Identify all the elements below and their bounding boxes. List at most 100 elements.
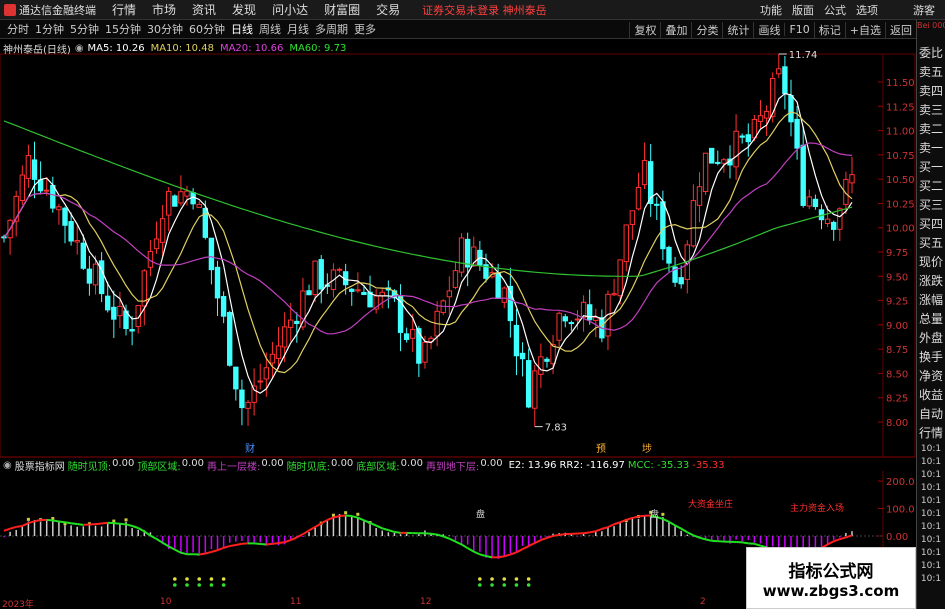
indicator-trend-line [479,553,487,558]
panel-item-7[interactable]: 买二 [917,177,945,196]
indicator-trend-line [833,538,841,543]
app-title: 通达信金融终端 [0,2,104,18]
candle-up [629,210,636,225]
panel-time-10: 10:1 [920,574,942,584]
indicator-collapse-icon[interactable]: ◉ [3,460,12,471]
candle-up [538,356,544,375]
panel-item-16[interactable]: 换手 [917,348,945,367]
guest-label[interactable]: 游客 [913,2,935,18]
period-tab-9[interactable]: 多周期 [312,21,351,37]
indicator-trend-line [77,523,84,526]
period-tab-3[interactable]: 15分钟 [102,21,144,37]
tool-button-4[interactable]: 画线 [753,21,784,38]
indicator-trend-line [162,541,170,548]
panel-item-0[interactable]: 委比 [917,44,945,63]
panel-item-13[interactable]: 涨幅 [917,291,945,310]
indicator-trend-line [546,534,554,539]
price-tick-label: 11.25 [886,102,915,113]
ma-label-3: MA60: 9.73 [289,42,347,54]
tool-button-7[interactable]: +自选 [844,21,885,38]
panel-item-1[interactable]: 卖五 [917,63,945,82]
right-menu-item-1[interactable]: 版面 [787,2,819,18]
candle-down [50,184,56,209]
candle-down [202,207,209,238]
panel-item-8[interactable]: 买三 [917,196,945,215]
panel-item-12[interactable]: 涨跌 [917,272,945,291]
indicator-trend-line [552,533,560,537]
panel-item-3[interactable]: 卖三 [917,101,945,120]
candle-up [757,115,764,122]
indicator-trend-line [199,552,206,556]
panel-item-15[interactable]: 外盘 [917,329,945,348]
candle-up [312,260,318,296]
panel-item-4[interactable]: 卖二 [917,120,945,139]
indicator-trend-line [625,516,633,521]
panel-item-11[interactable]: 现价 [917,253,945,272]
indicator-trend-line [46,518,53,522]
candle-down [495,272,501,299]
indicator-trend-line [515,548,524,554]
menu-item-6[interactable]: 交易 [368,1,408,18]
indicator-trend-line [101,521,108,525]
period-tab-1[interactable]: 1分钟 [32,21,67,37]
menu-item-1[interactable]: 市场 [144,1,184,18]
candle-down [214,266,221,299]
candle-down [62,207,68,226]
tool-button-3[interactable]: 统计 [722,21,753,38]
period-tab-10[interactable]: 更多 [351,21,379,37]
candle-up [410,328,416,339]
ma10-line [3,111,853,374]
candle-up [288,319,294,328]
period-tab-0[interactable]: 分时 [4,21,32,37]
menu-item-2[interactable]: 资讯 [184,1,224,18]
panel-item-14[interactable]: 总量 [917,310,945,329]
panel-item-19[interactable]: 自动 [917,405,945,424]
price-tick-label: 10.50 [886,175,915,186]
tool-button-5[interactable]: F10 [784,23,813,36]
menu-item-4[interactable]: 问小达 [264,1,316,18]
panel-item-20[interactable]: 行情 [917,424,945,443]
watermark: 指标公式网 www.zbgs3.com [746,547,916,609]
bottom-dot [185,577,189,581]
indicator-tick-label: 100.0 [886,505,915,516]
right-menu-item-0[interactable]: 功能 [755,2,787,18]
indicator-trend-line [125,523,133,527]
panel-item-5[interactable]: 卖一 [917,139,945,158]
candle-down [220,296,227,317]
candle-down [800,144,806,206]
period-tab-8[interactable]: 月线 [284,21,312,37]
tool-button-0[interactable]: 复权 [629,21,660,38]
bottom-dot [490,577,494,581]
period-tab-5[interactable]: 60分钟 [186,21,228,37]
panel-item-10[interactable]: 买五 [917,234,945,253]
panel-item-2[interactable]: 卖四 [917,82,945,101]
panel-item-17[interactable]: 净资 [917,367,945,386]
menu-item-3[interactable]: 发现 [224,1,264,18]
bottom-dot-green [526,583,531,587]
panel-item-6[interactable]: 买一 [917,158,945,177]
right-menu-item-2[interactable]: 公式 [819,2,851,18]
kline-chart[interactable]: 11.50 11.25 11.00 10.75 10.50 10.25 10.00 9.75 9… [0,39,916,597]
indicator-trend-line [510,551,517,556]
collapse-icon[interactable]: ◉ [75,43,84,54]
tool-button-6[interactable]: 标记 [813,21,845,38]
login-notice[interactable]: 证券交易未登录 神州泰岳 [422,2,547,18]
tool-button-1[interactable]: 叠加 [660,21,691,38]
candle-down [739,135,745,138]
menu-item-0[interactable]: 行情 [104,1,144,18]
panel-item-9[interactable]: 买四 [917,215,945,234]
tool-button-8[interactable]: 返回 [885,21,916,38]
period-tab-4[interactable]: 30分钟 [144,21,186,37]
indicator-label-4: 底部区域: [356,461,400,473]
right-menu-item-3[interactable]: 选项 [851,2,883,18]
indicator-value-0: 0.00 [112,457,135,469]
period-tab-2[interactable]: 5分钟 [67,21,102,37]
menu-item-5[interactable]: 财富圈 [316,1,368,18]
period-tab-6[interactable]: 日线 [228,21,256,37]
tool-button-2[interactable]: 分类 [691,21,722,38]
candle-down [812,198,819,208]
top-dot [661,512,665,516]
period-tab-7[interactable]: 周线 [256,21,284,37]
indicator-tick-label: 200.0 [886,477,915,488]
panel-item-18[interactable]: 收益 [917,386,945,405]
